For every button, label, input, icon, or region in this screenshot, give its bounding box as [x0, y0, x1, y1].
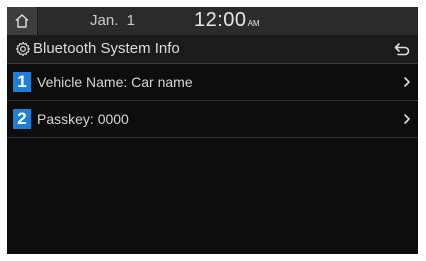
back-arrow-icon — [394, 43, 410, 56]
ampm: AM — [247, 19, 260, 28]
title-bar: Bluetooth System Info — [7, 35, 418, 64]
list-item-label: Vehicle Name: Car name — [37, 74, 193, 90]
screen: Jan. 1 12:00AM Bluetooth System Info 1 V… — [7, 7, 418, 254]
list-item-label: Passkey: 0000 — [37, 111, 129, 127]
back-button[interactable] — [390, 38, 414, 60]
status-bar: Jan. 1 12:00AM — [7, 7, 418, 35]
gear-icon — [15, 41, 31, 57]
page-title: Bluetooth System Info — [33, 40, 180, 57]
home-icon — [15, 14, 29, 28]
number-badge: 1 — [13, 72, 31, 92]
chevron-right-icon — [404, 77, 410, 87]
number-badge: 2 — [13, 109, 31, 129]
home-button[interactable] — [7, 7, 38, 35]
list-item-passkey[interactable]: 2 Passkey: 0000 — [7, 101, 418, 138]
list-item-vehicle-name[interactable]: 1 Vehicle Name: Car name — [7, 64, 418, 101]
clock: 12:00AM — [194, 9, 260, 32]
date: Jan. 1 — [90, 12, 136, 29]
info-list: 1 Vehicle Name: Car name 2 Passkey: 0000 — [7, 64, 418, 138]
time: 12:00 — [194, 9, 247, 31]
chevron-right-icon — [404, 114, 410, 124]
